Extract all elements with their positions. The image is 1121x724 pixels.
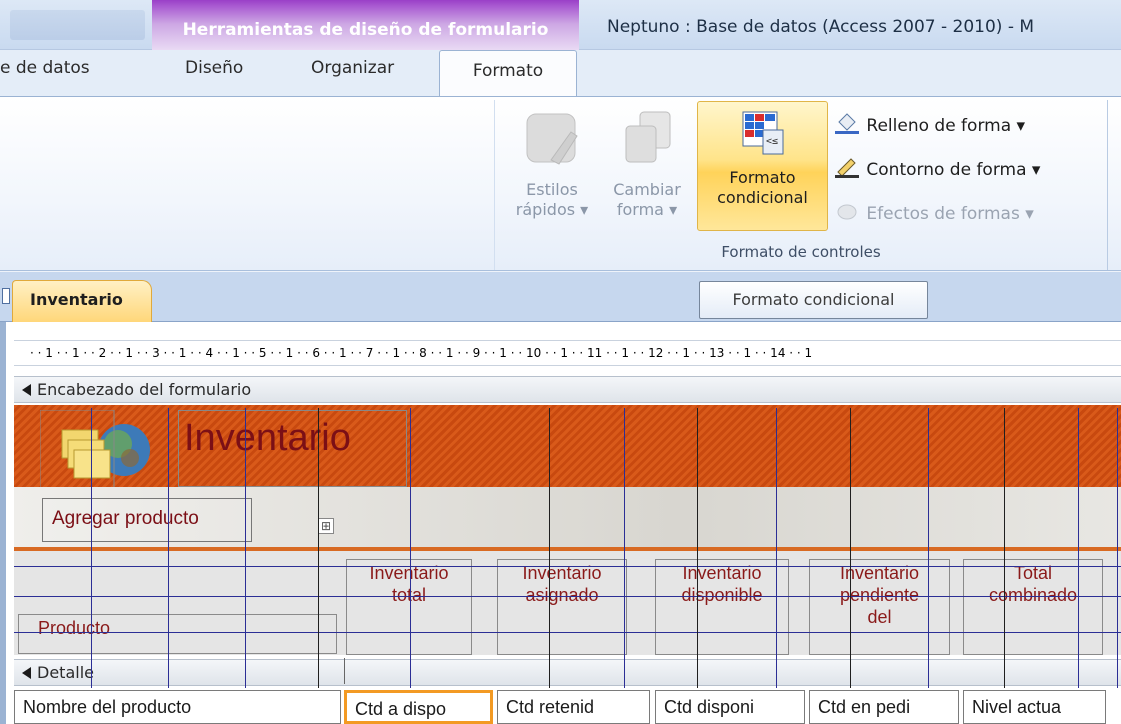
column-header-inventario-disponible[interactable]: Inventario disponible	[655, 559, 789, 655]
inventory-logo-icon[interactable]	[39, 409, 150, 489]
shape-outline-button[interactable]: Contorno de forma ▾	[835, 156, 1040, 183]
shape-outline-label: Contorno de forma ▾	[866, 160, 1041, 180]
field-ctd-disponible-selected[interactable]: Ctd a dispo	[344, 690, 493, 724]
svg-text:<≤: <≤	[766, 136, 778, 147]
layout-gridline	[549, 408, 550, 688]
field-ctd-retenida[interactable]: Ctd retenid	[497, 690, 650, 724]
field-ctd-disponible[interactable]: Ctd disponi	[655, 690, 805, 724]
conditional-format-label-1: Formato	[729, 168, 796, 187]
tab-database-tools[interactable]: e de datos	[0, 58, 90, 78]
shape-effects-label: Efectos de formas ▾	[866, 204, 1034, 224]
document-tab-label: Inventario	[30, 290, 123, 309]
producto-label: Producto	[38, 618, 111, 638]
column-header-total-combinado[interactable]: Total combinado	[963, 559, 1103, 655]
add-product-label: Agregar producto	[52, 508, 199, 529]
layout-gridline	[776, 408, 777, 688]
detail-section-label: Detalle	[37, 663, 94, 682]
column-header-line: total	[391, 585, 427, 605]
form-title: Inventario	[184, 417, 351, 459]
paint-bucket-icon	[835, 112, 861, 139]
shape-effects-icon	[835, 200, 861, 227]
window-left-border	[0, 322, 6, 724]
conditional-format-icon: <≤	[742, 111, 783, 155]
field-nombre-producto[interactable]: Nombre del producto	[14, 690, 341, 724]
column-header-inventario-total[interactable]: Inventario total	[346, 559, 472, 655]
document-tab-strip	[0, 272, 1121, 322]
layout-gridline	[1117, 408, 1118, 688]
layout-gridline	[624, 408, 625, 688]
shape-fill-label: Relleno de forma ▾	[866, 116, 1026, 136]
layout-gridline	[697, 408, 698, 688]
layout-gridline	[91, 408, 92, 688]
change-shape-icon	[625, 111, 671, 163]
pencil-icon	[835, 156, 861, 183]
column-header-line: asignado	[525, 585, 599, 605]
layout-gridline	[928, 408, 929, 688]
ribbon-group-label: Formato de controles	[721, 243, 881, 261]
ruler-ticks: · · 1 · · 1 · · 2 · · 1 · · 3 · · 1 · · …	[30, 346, 813, 360]
conditional-format-label-2: condicional	[717, 188, 808, 207]
layout-gridline	[1078, 408, 1079, 688]
window-title: Neptuno : Base de datos (Access 2007 - 2…	[607, 17, 1035, 37]
change-shape-button[interactable]: Cambiar forma ▾	[604, 108, 690, 238]
tooltip: Formato condicional	[699, 281, 928, 319]
layout-gridline	[14, 632, 1121, 633]
field-ctd-en-pedido[interactable]: Ctd en pedi	[809, 690, 959, 724]
layout-gridline	[168, 408, 169, 688]
quick-styles-button[interactable]: Estilos rápidos ▾	[508, 108, 596, 238]
quick-access-toolbar[interactable]	[10, 10, 145, 40]
column-header-line: combinado	[988, 585, 1078, 605]
change-shape-label-1: Cambiar	[613, 180, 681, 199]
layout-gridline	[410, 408, 411, 688]
quick-styles-label-1: Estilos	[526, 180, 578, 199]
form-header-section-label: Encabezado del formulario	[37, 380, 252, 399]
layout-gridline	[850, 408, 851, 688]
contextual-group-title: Herramientas de diseño de formulario	[182, 20, 549, 40]
detail-section-bar[interactable]: Detalle	[14, 659, 1121, 686]
quick-styles-label-2: rápidos ▾	[515, 200, 589, 219]
shape-effects-button[interactable]: Efectos de formas ▾	[835, 200, 1034, 227]
field-nivel-actual[interactable]: Nivel actua	[963, 690, 1106, 724]
layout-gridline	[318, 408, 319, 688]
layout-gridline	[245, 408, 246, 688]
tab-design[interactable]: Diseño	[185, 58, 243, 78]
form-icon	[2, 288, 10, 304]
change-shape-label-2: forma ▾	[616, 200, 678, 219]
conditional-format-button[interactable]: <≤ Formato condicional	[697, 101, 828, 231]
layout-gridline	[14, 596, 1121, 597]
section-arrow-icon	[22, 384, 31, 396]
section-arrow-icon	[22, 667, 31, 679]
quick-styles-icon	[526, 113, 578, 165]
column-header-inventario-asignado[interactable]: Inventario asignado	[497, 559, 627, 655]
shape-fill-button[interactable]: Relleno de forma ▾	[835, 112, 1025, 139]
layout-gridline	[1004, 408, 1005, 688]
move-handle-icon[interactable]: ⊞	[318, 518, 334, 534]
column-header-line: disponible	[681, 585, 763, 605]
group-separator	[1107, 100, 1108, 270]
layout-gridline	[14, 566, 1121, 567]
form-header-section-bar[interactable]: Encabezado del formulario	[14, 376, 1121, 403]
section-divider	[344, 658, 345, 684]
tab-format-label: Formato	[472, 61, 544, 81]
tab-arrange[interactable]: Organizar	[311, 58, 394, 78]
horizontal-ruler[interactable]: · · 1 · · 1 · · 2 · · 1 · · 3 · · 1 · · …	[14, 340, 1121, 366]
